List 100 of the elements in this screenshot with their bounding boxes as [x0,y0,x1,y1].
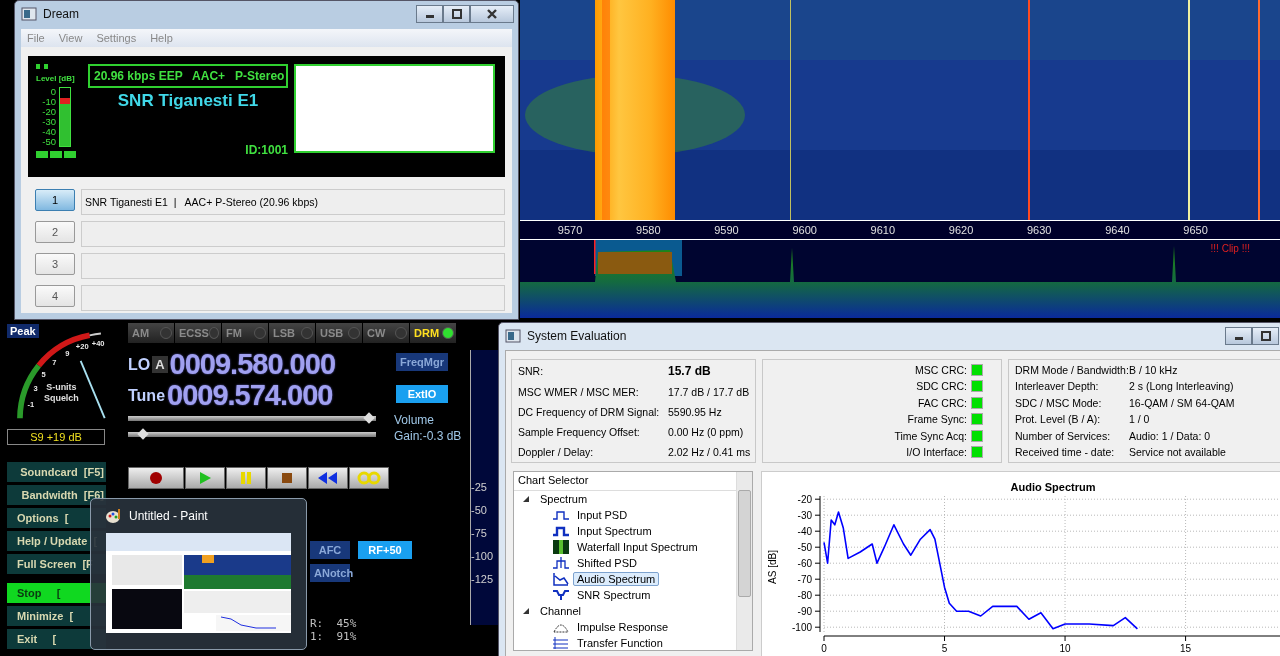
tree-item[interactable]: Transfer Function [573,636,667,650]
status-label: I/O Interface: [906,445,967,458]
tree-item[interactable]: Impulse Response [573,620,673,634]
maximize-icon [1260,330,1271,341]
tree-item[interactable]: Input Spectrum [573,524,656,538]
metric-label: DC Frequency of DRM Signal: [518,406,661,418]
service-button[interactable]: 2 [35,221,75,243]
loop-icon [356,471,382,485]
service-button[interactable]: 1 [35,189,75,211]
tree-item[interactable]: Shifted PSD [573,556,641,570]
scale-label: -125 [471,573,495,585]
level-tick: 0 [49,87,56,97]
scale-label: -100 [471,550,495,562]
y-tick-label: -100 [792,622,812,634]
metric-value: 0.00 Hz (0 ppm) [668,426,744,438]
meter-caption: Squelch [44,393,79,404]
expanded-arrow-icon[interactable] [522,607,530,615]
close-icon [486,8,498,19]
y-tick-label: -30 [797,510,812,522]
status-readout: R: 45% [310,617,358,630]
expanded-arrow-icon[interactable] [522,495,530,503]
tree-item[interactable]: Audio Spectrum [573,572,660,586]
indicator-icon [36,151,76,158]
minimize-icon [1234,337,1243,340]
info-label: SDC / MSC Mode: [1015,396,1103,409]
tree-item[interactable]: SNR Spectrum [573,588,655,602]
metric-value: 5590.95 Hz [668,406,722,418]
rewind-button[interactable] [308,467,348,489]
info-value: 2 s (Long Interleaving) [1129,380,1234,393]
tree-item[interactable]: Input PSD [573,508,632,522]
y-tick-label: -40 [797,526,812,538]
y-tick-label: -20 [797,494,812,506]
dsp-button[interactable]: AFC [310,541,350,559]
meter-tick-label: 3 [33,384,38,394]
frequency-label: 9590 [713,224,740,236]
play-icon [198,471,212,485]
meter-tick-label: -1 [27,399,35,409]
service-button[interactable]: 3 [35,253,75,275]
meter-caption: S-units [46,381,77,392]
close-button[interactable] [470,4,514,23]
play-button[interactable] [185,467,225,489]
mode-button[interactable]: ECSS [175,323,221,343]
info-value: B / 10 kHz [1129,364,1178,376]
bank-label: A [152,356,168,373]
service-button[interactable]: 4 [35,285,75,307]
minimize-button[interactable] [1225,326,1252,345]
chart-title: Audio Spectrum [1010,481,1096,493]
x-tick-label: 5 [941,643,948,654]
stop-button[interactable] [267,467,307,489]
mode-button[interactable]: DRM [410,323,456,343]
station-name: SNR Tiganesti E1 [116,91,260,111]
minimize-button[interactable] [416,4,443,23]
rewind-icon [317,471,339,485]
frequency-label: 9650 [1182,224,1209,236]
window-title: Dream [43,6,79,21]
metric-value: 15.7 dB [668,364,711,378]
volume-slider[interactable] [128,412,376,424]
mode-button[interactable]: AM [128,323,174,343]
tree-item[interactable]: Spectrum [536,492,592,506]
chart-type-icon [552,572,570,586]
maximize-button[interactable] [1252,326,1279,345]
y-tick-label: -90 [797,606,812,618]
minimize-icon [425,15,434,18]
y-tick-label: -60 [797,558,812,570]
side-button[interactable]: Soundcard [F5] [7,462,106,482]
side-button[interactable]: Bandwidth [F6] [7,485,106,505]
scrollbar[interactable] [736,472,752,650]
metric-label: SNR: [518,365,545,377]
x-tick-label: 10 [1059,643,1071,654]
info-label: Prot. Level (B / A): [1015,413,1102,426]
meter-tick-label: +40 [91,339,105,348]
tree-item[interactable]: Waterfall Input Spectrum [573,540,702,554]
x-tick-label: 0 [821,643,827,654]
mode-button[interactable]: LSB [269,323,315,343]
status-label: MSC CRC: [915,364,967,376]
metric-label: Sample Frequency Offset: [518,426,641,438]
loop-button[interactable] [349,467,389,489]
tree-item[interactable]: Channel [536,604,585,618]
mode-button[interactable]: USB [316,323,362,343]
stop-icon [280,471,294,485]
y-tick-label: -80 [797,590,812,602]
scale-label: -75 [471,527,488,539]
info-value: Audio: 1 / Data: 0 [1129,429,1211,442]
service-label: SNR Tiganesti E1 | AAC+ P-Stereo (20.96 kbps) [81,189,505,215]
y-axis-label: AS [dB] [767,550,778,584]
record-button[interactable] [128,467,184,489]
maximize-button[interactable] [443,4,470,23]
level-tick: -40 [41,127,56,137]
toggle-button[interactable]: FreqMgr [396,353,448,371]
mode-button[interactable]: FM [222,323,268,343]
lo-label: LO [128,355,151,374]
pause-button[interactable] [226,467,266,489]
app-icon [21,6,37,21]
chart-type-icon [552,540,570,554]
gain-slider[interactable] [128,428,376,440]
level-tick: -20 [41,107,56,117]
volume-label: Volume [394,413,436,427]
mode-button[interactable]: CW [363,323,409,343]
frequency-label: 9580 [635,224,662,236]
maximize-icon [451,8,462,19]
